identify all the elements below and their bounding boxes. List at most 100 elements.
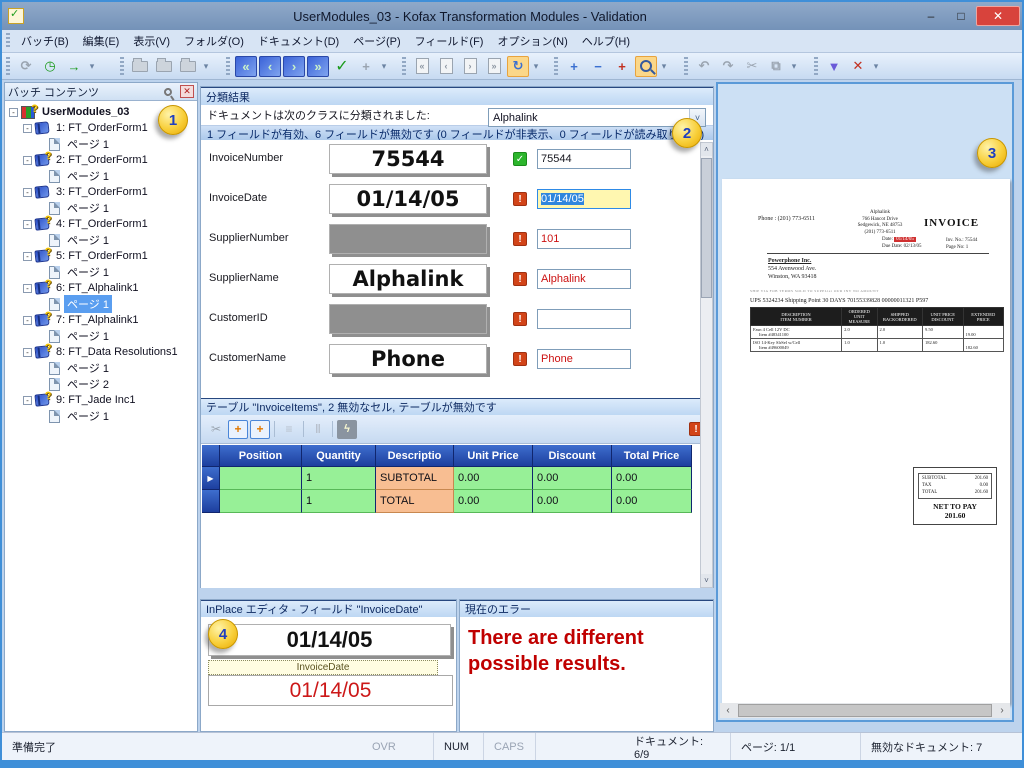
close-button[interactable]: ✕ xyxy=(976,6,1020,26)
tree-item-page[interactable]: ページ 1 xyxy=(9,200,197,216)
menu-page[interactable]: ページ(P) xyxy=(346,30,407,52)
scroll-down-icon[interactable]: ˅ xyxy=(701,574,712,587)
menu-options[interactable]: オプション(N) xyxy=(490,30,574,52)
split-cell-icon[interactable]: ✂ xyxy=(206,420,226,439)
last-document-icon[interactable]: » xyxy=(307,55,329,77)
tree-item-page[interactable]: ページ 1 xyxy=(9,232,197,248)
merge-rows-icon[interactable]: ≡ xyxy=(279,420,299,439)
folder-up-icon[interactable] xyxy=(177,56,199,77)
tree-item-page[interactable]: ページ 1 xyxy=(9,168,197,184)
reject-document-icon[interactable]: ✕ xyxy=(847,56,869,77)
rotate-page-icon[interactable]: ↻ xyxy=(507,55,529,77)
column-header[interactable]: Position xyxy=(220,445,302,467)
scroll-right-icon[interactable]: › xyxy=(994,705,1010,716)
grid-cell[interactable] xyxy=(220,467,302,490)
batch-close-icon[interactable]: → xyxy=(63,56,85,77)
scrollbar-thumb[interactable] xyxy=(701,158,712,298)
inplace-value-editor[interactable]: 01/14/05 xyxy=(208,675,453,706)
document-viewer[interactable]: Phone : (201) 773-6511 Alphalink 766 Han… xyxy=(716,82,1014,722)
column-header[interactable]: Total Price xyxy=(612,445,692,467)
tree-item-page[interactable]: ページ 1 xyxy=(9,264,197,280)
grid-cell[interactable]: 1 xyxy=(302,467,376,490)
copy-icon[interactable]: ⧉ xyxy=(765,56,787,77)
minimize-button[interactable]: – xyxy=(916,6,946,26)
column-header[interactable]: Unit Price xyxy=(454,445,533,467)
menu-folder[interactable]: フォルダ(O) xyxy=(177,30,251,52)
grid-cell[interactable]: 0.00 xyxy=(533,467,612,490)
fit-page-icon[interactable]: + xyxy=(611,56,633,77)
menu-edit[interactable]: 編集(E) xyxy=(76,30,127,52)
tree-item-page-selected[interactable]: ページ 1 xyxy=(9,295,197,313)
first-document-icon[interactable]: « xyxy=(235,55,257,77)
tree-item-page[interactable]: ページ 1 xyxy=(9,328,197,344)
tree-expander[interactable]: - xyxy=(23,283,32,293)
field-input[interactable] xyxy=(537,309,631,329)
field-input[interactable]: Alphalink xyxy=(537,269,631,289)
tree-expander[interactable]: - xyxy=(9,107,18,117)
force-validate-icon[interactable]: ▼ xyxy=(823,56,845,77)
tree-item-document[interactable]: - 7: FT_Alphalink1 xyxy=(9,312,197,328)
grid-cell[interactable]: TOTAL xyxy=(376,490,454,513)
next-page-icon[interactable]: › xyxy=(459,56,481,77)
zoom-in-icon[interactable]: + xyxy=(563,56,585,77)
viewer-horizontal-scrollbar[interactable]: ‹ › xyxy=(720,703,1010,718)
tree-item-document[interactable]: - 5: FT_OrderForm1 xyxy=(9,248,197,264)
grid-cell[interactable]: 0.00 xyxy=(454,490,533,513)
grid-row[interactable]: 1 TOTAL 0.00 0.00 0.00 xyxy=(202,490,692,513)
run-extraction-icon[interactable]: ϟ xyxy=(337,419,357,439)
tree-expander[interactable]: - xyxy=(23,251,32,261)
batch-open-icon[interactable]: ◷ xyxy=(39,56,61,77)
magnifier-icon[interactable] xyxy=(635,55,657,77)
column-header[interactable]: Quantity xyxy=(302,445,376,467)
create-document-icon[interactable]: + xyxy=(355,56,377,77)
tree-expander[interactable]: - xyxy=(23,123,32,133)
maximize-button[interactable]: □ xyxy=(946,6,976,26)
grid-cell[interactable]: 1 xyxy=(302,490,376,513)
overflow-icon[interactable]: ▾ xyxy=(530,61,542,72)
next-document-icon[interactable]: › xyxy=(283,55,305,77)
tree-item-page[interactable]: ページ 1 xyxy=(9,136,197,152)
grid-cell[interactable]: 0.00 xyxy=(612,490,692,513)
cut-icon[interactable]: ✂ xyxy=(741,56,763,77)
redo-icon[interactable]: ↷ xyxy=(717,56,739,77)
field-input[interactable]: Phone xyxy=(537,349,631,369)
tree-expander[interactable]: - xyxy=(23,347,32,357)
scroll-up-icon[interactable]: ˄ xyxy=(701,143,712,156)
tree-expander[interactable]: - xyxy=(23,219,32,229)
scanned-invoice-page[interactable]: Phone : (201) 773-6511 Alphalink 766 Han… xyxy=(722,179,1010,704)
overflow-icon[interactable]: ▾ xyxy=(788,61,800,72)
scroll-left-icon[interactable]: ‹ xyxy=(720,705,736,716)
column-header[interactable]: Discount xyxy=(533,445,612,467)
tree-item-page[interactable]: ページ 1 xyxy=(9,360,197,376)
fields-scrollbar[interactable]: ˄ ˅ xyxy=(700,142,713,588)
scrollbar-thumb[interactable] xyxy=(738,704,992,717)
validate-document-icon[interactable]: ✓ xyxy=(331,56,353,77)
insert-row-icon[interactable]: + xyxy=(250,419,270,439)
overflow-icon[interactable]: ▾ xyxy=(870,61,882,72)
tree-item-document[interactable]: - 6: FT_Alphalink1 xyxy=(9,280,197,296)
grid-cell[interactable]: 0.00 xyxy=(612,467,692,490)
previous-page-icon[interactable]: ‹ xyxy=(435,56,457,77)
panel-close-icon[interactable]: ✕ xyxy=(180,85,194,98)
previous-document-icon[interactable]: ‹ xyxy=(259,55,281,77)
grid-cell[interactable]: 0.00 xyxy=(533,490,612,513)
tree-item-document[interactable]: - 2: FT_OrderForm1 xyxy=(9,152,197,168)
tree-item-page[interactable]: ページ 2 xyxy=(9,376,197,392)
folder-next-icon[interactable] xyxy=(153,56,175,77)
tree-item-document[interactable]: - 3: FT_OrderForm1 xyxy=(9,184,197,200)
last-page-icon[interactable]: » xyxy=(483,56,505,77)
undo-icon[interactable]: ↶ xyxy=(693,56,715,77)
overflow-icon[interactable]: ▾ xyxy=(378,61,390,72)
tree-item-page[interactable]: ページ 1 xyxy=(9,408,197,424)
overflow-icon[interactable]: ▾ xyxy=(658,61,670,72)
tree-expander[interactable]: - xyxy=(23,155,32,165)
grid-cell[interactable]: 0.00 xyxy=(454,467,533,490)
pin-icon[interactable] xyxy=(162,85,174,98)
tree-expander[interactable]: - xyxy=(23,187,32,197)
menu-field[interactable]: フィールド(F) xyxy=(408,30,491,52)
insert-column-icon[interactable]: + xyxy=(228,419,248,439)
field-input[interactable]: 101 xyxy=(537,229,631,249)
menu-document[interactable]: ドキュメント(D) xyxy=(251,30,346,52)
column-header[interactable]: Descriptio xyxy=(376,445,454,467)
folder-prev-icon[interactable] xyxy=(129,56,151,77)
